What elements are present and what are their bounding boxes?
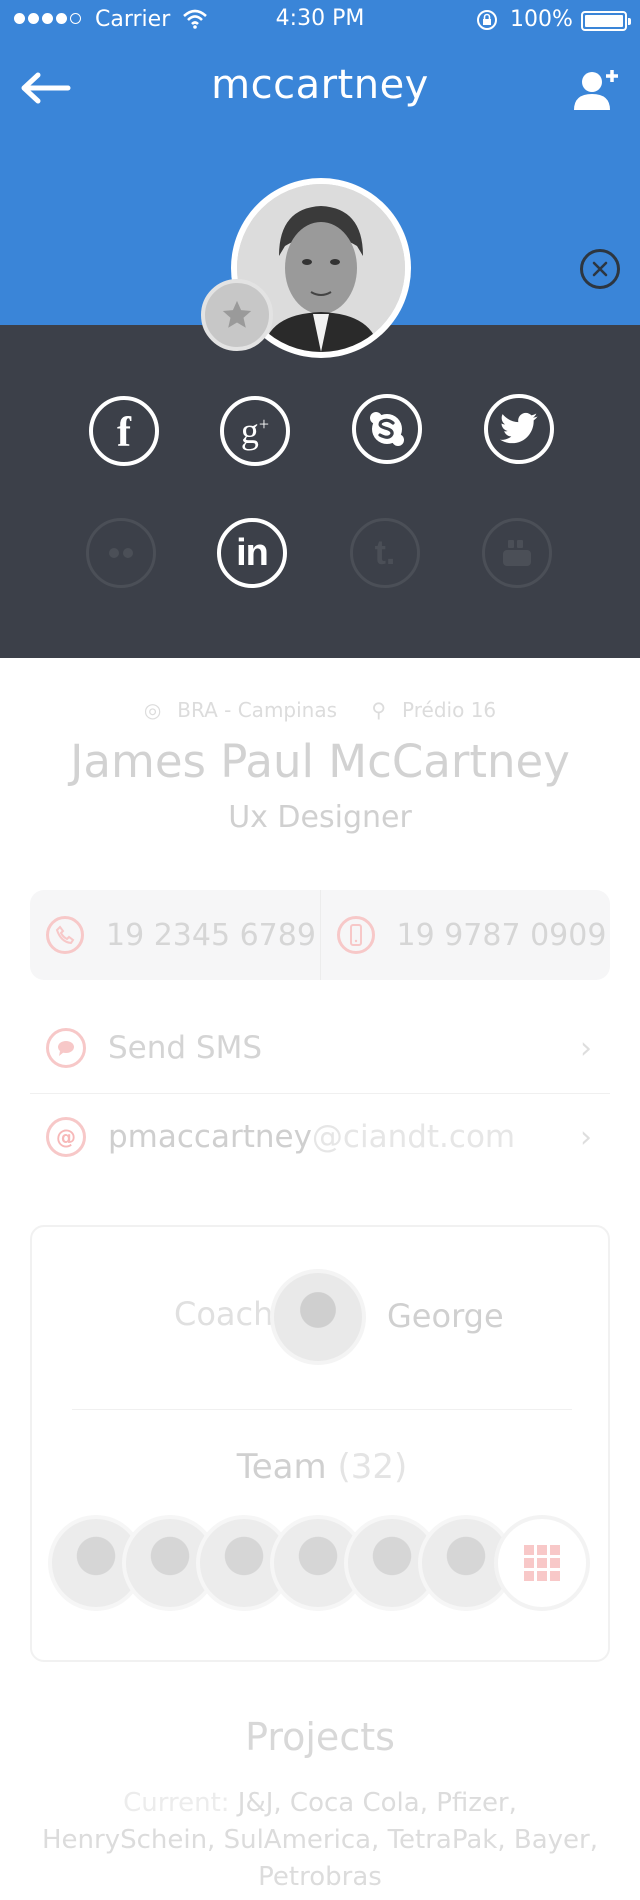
current-label: Current: [123,1788,230,1818]
mobile-icon [336,916,375,954]
chat-bubble-icon [46,1028,86,1068]
projects-heading: Projects [245,1715,395,1759]
google-plus-button[interactable]: g+ [220,396,290,466]
email-user: pmaccartney [108,1119,312,1155]
mobile-button[interactable]: 19 9787 0909 [319,890,611,980]
flickr-button[interactable] [86,518,156,588]
send-sms-row[interactable]: Send SMS › [30,1004,610,1092]
twitter-icon [500,412,538,444]
coach-avatar[interactable] [270,1269,366,1365]
skype-button[interactable] [352,394,422,464]
email-domain: @ciandt.com [311,1119,516,1155]
view-all-team-button[interactable] [494,1515,590,1611]
at-sign-icon: @ [46,1117,86,1157]
country-label: BRA - Campinas [177,698,338,722]
email-row[interactable]: @ pmaccartney @ciandt.com › [30,1093,610,1181]
team-heading: Team (32) [32,1447,612,1487]
flickr-icon [109,548,133,558]
rotation-lock-icon [477,10,497,30]
close-button[interactable] [580,249,620,289]
chevron-right-icon: › [580,1030,592,1066]
google-plus-icon: g+ [240,411,270,451]
pin-icon: ⚲ [371,698,387,722]
team-label: Team [236,1447,327,1487]
tumblr-icon: t. [374,533,396,572]
battery-icon [581,11,631,31]
tumblr-button[interactable]: t. [350,518,420,588]
coach-name: George [387,1297,504,1335]
chevron-right-icon: › [580,1119,592,1155]
close-icon [592,261,608,277]
add-contact-icon[interactable] [572,66,620,114]
status-bar: Carrier 4:30 PM 100% [0,0,640,40]
battery-percentage: 100% [510,7,573,32]
twitter-button[interactable] [484,394,554,464]
skype-icon [370,412,404,446]
send-sms-label: Send SMS [108,1030,263,1066]
phone-button[interactable]: 19 2345 6789 [30,890,320,980]
favorite-star-button[interactable] [201,279,273,351]
location-line: ◎ BRA - Campinas ⚲ Prédio 16 [0,698,640,722]
linkedin-button[interactable]: in [217,518,287,588]
coach-label: Coach [174,1295,274,1333]
page-title: mccartney [211,62,429,108]
social-panel [0,325,640,658]
projects-list: Current: J&J, Coca Cola, Pfizer, HenrySc… [40,1785,600,1896]
grid-icon [524,1545,560,1581]
facebook-icon: f [117,410,131,456]
star-icon [222,300,252,328]
team-avatar-list [48,1515,608,1615]
youtube-icon [503,540,531,566]
job-title: Ux Designer [228,800,412,835]
card-divider [72,1409,572,1410]
youtube-button[interactable] [482,518,552,588]
team-card: Coach George Team (32) [30,1225,610,1662]
team-count: (32) [337,1447,408,1487]
phone-numbers: 19 2345 6789 19 9787 0909 [30,890,610,980]
full-name: James Paul McCartney [70,735,570,788]
mobile-number: 19 9787 0909 [396,917,607,953]
linkedin-icon: in [236,531,269,574]
facebook-button[interactable]: f [89,396,159,466]
phone-icon [46,916,84,954]
globe-icon: ◎ [143,698,162,722]
phone-number: 19 2345 6789 [106,917,316,953]
building-label: Prédio 16 [402,698,497,722]
